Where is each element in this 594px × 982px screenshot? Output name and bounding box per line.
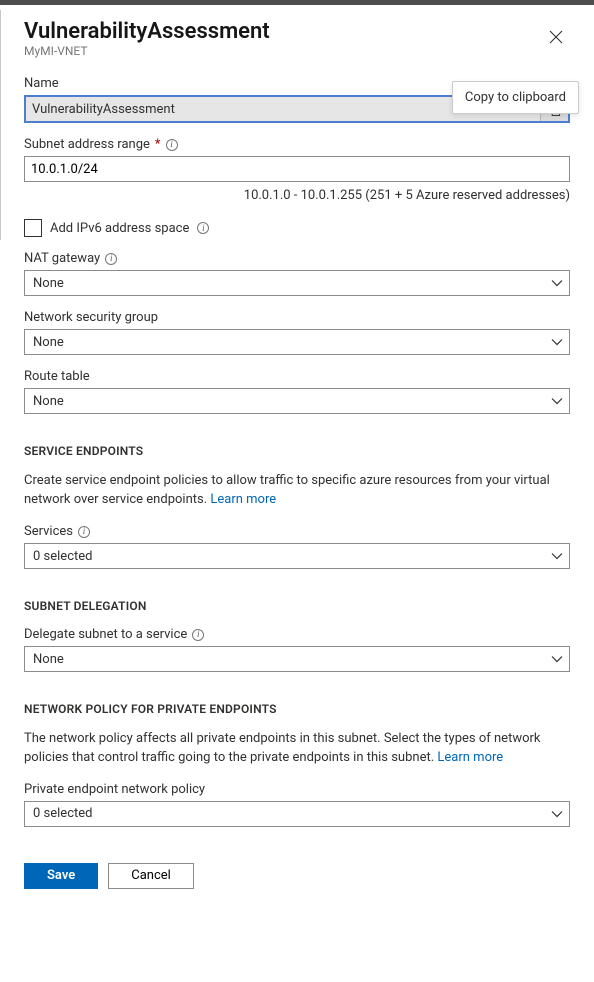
chevron-down-icon: [551, 277, 563, 289]
panel-footer: Save Cancel: [0, 851, 594, 907]
info-icon[interactable]: i: [197, 222, 209, 234]
info-icon[interactable]: i: [192, 629, 204, 641]
nat-gateway-field: NAT gateway i None: [24, 251, 570, 296]
ipv6-label: Add IPv6 address space: [50, 221, 189, 236]
subnet-range-input[interactable]: [24, 156, 570, 182]
info-icon[interactable]: i: [78, 526, 90, 538]
delegation-value: None: [33, 652, 64, 667]
route-table-select[interactable]: None: [24, 388, 570, 414]
services-field: Services i 0 selected: [24, 524, 570, 569]
private-endpoint-policy-label: Private endpoint network policy: [24, 782, 570, 797]
learn-more-link[interactable]: Learn more: [437, 750, 503, 765]
ipv6-row: Add IPv6 address space i: [24, 219, 570, 237]
private-endpoint-policy-field: Private endpoint network policy 0 select…: [24, 782, 570, 827]
panel-title: VulnerabilityAssessment: [24, 19, 270, 45]
close-icon: [549, 30, 563, 44]
delegation-select[interactable]: None: [24, 646, 570, 672]
chevron-down-icon: [551, 653, 563, 665]
delegation-field: Delegate subnet to a service i None: [24, 627, 570, 672]
route-table-value: None: [33, 394, 64, 409]
copy-tooltip: Copy to clipboard: [452, 81, 579, 114]
cancel-button[interactable]: Cancel: [108, 863, 194, 889]
nsg-value: None: [33, 335, 64, 350]
services-value: 0 selected: [33, 549, 92, 564]
private-endpoints-desc: The network policy affects all private e…: [24, 730, 570, 768]
nat-gateway-label: NAT gateway: [24, 251, 100, 266]
info-icon[interactable]: i: [105, 253, 117, 265]
info-icon[interactable]: i: [166, 139, 178, 151]
required-marker: *: [155, 137, 161, 152]
panel-subtitle: MyMI-VNET: [24, 44, 270, 58]
service-endpoints-desc: Create service endpoint policies to allo…: [24, 472, 570, 510]
route-table-field: Route table None: [24, 369, 570, 414]
chevron-down-icon: [551, 808, 563, 820]
services-label: Services: [24, 524, 73, 539]
nat-gateway-value: None: [33, 276, 64, 291]
chevron-down-icon: [551, 336, 563, 348]
private-endpoints-heading: NETWORK POLICY FOR PRIVATE ENDPOINTS: [24, 702, 570, 716]
chevron-down-icon: [551, 550, 563, 562]
route-table-label: Route table: [24, 369, 570, 384]
subnet-range-helper: 10.0.1.0 - 10.0.1.255 (251 + 5 Azure res…: [24, 188, 570, 203]
private-endpoint-policy-select[interactable]: 0 selected: [24, 801, 570, 827]
private-endpoint-policy-value: 0 selected: [33, 806, 92, 821]
service-endpoints-desc-text: Create service endpoint policies to allo…: [24, 473, 550, 507]
chevron-down-icon: [551, 395, 563, 407]
subnet-edit-panel: VulnerabilityAssessment MyMI-VNET Copy t…: [0, 5, 594, 907]
nat-gateway-select[interactable]: None: [24, 270, 570, 296]
nsg-label: Network security group: [24, 310, 570, 325]
panel-header: VulnerabilityAssessment MyMI-VNET: [0, 5, 594, 62]
ipv6-checkbox[interactable]: [24, 219, 42, 237]
subnet-range-field: Subnet address range * i 10.0.1.0 - 10.0…: [24, 137, 570, 203]
learn-more-link[interactable]: Learn more: [210, 492, 276, 507]
save-button[interactable]: Save: [24, 863, 98, 889]
service-endpoints-heading: SERVICE ENDPOINTS: [24, 444, 570, 458]
subnet-range-label: Subnet address range: [24, 137, 150, 152]
delegation-label: Delegate subnet to a service: [24, 627, 187, 642]
nsg-select[interactable]: None: [24, 329, 570, 355]
nsg-field: Network security group None: [24, 310, 570, 355]
services-select[interactable]: 0 selected: [24, 543, 570, 569]
close-button[interactable]: [542, 23, 570, 51]
subnet-delegation-heading: SUBNET DELEGATION: [24, 599, 570, 613]
